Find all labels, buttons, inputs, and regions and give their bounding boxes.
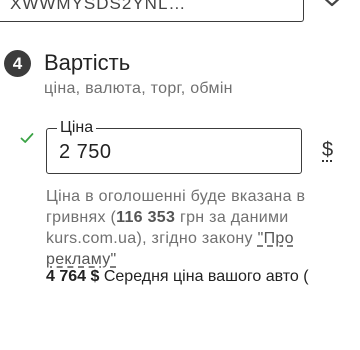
check-icon [20, 133, 34, 143]
hint-uah-amount: 116 353 [116, 209, 176, 226]
average-price-value: 4 764 $ [46, 268, 100, 285]
average-price-line: 4 764 $ Середня ціна вашого авто ( [46, 268, 360, 286]
price-input-label: Ціна [57, 118, 97, 138]
average-price-label: Середня ціна вашого авто ( [99, 268, 309, 285]
chevron-down-icon[interactable] [320, 0, 344, 8]
currency-selector[interactable]: $ [322, 138, 333, 162]
step-number-badge: 4 [4, 50, 31, 77]
price-step-screen: XWWMYSDS2YNL… 4 Вартість ціна, валюта, т… [0, 0, 360, 350]
price-input-value: 2 750 [59, 141, 112, 163]
section-subtitle: ціна, валюта, торг, обмін [44, 80, 233, 97]
section-title: Вартість [44, 50, 131, 75]
vin-input-value: XWWMYSDS2YNL… [10, 0, 187, 13]
price-hint: Ціна в оголошенні буде вказана в гривнях… [46, 186, 358, 270]
price-input[interactable]: Ціна 2 750 [46, 118, 302, 174]
vin-input[interactable]: XWWMYSDS2YNL… [0, 0, 304, 22]
